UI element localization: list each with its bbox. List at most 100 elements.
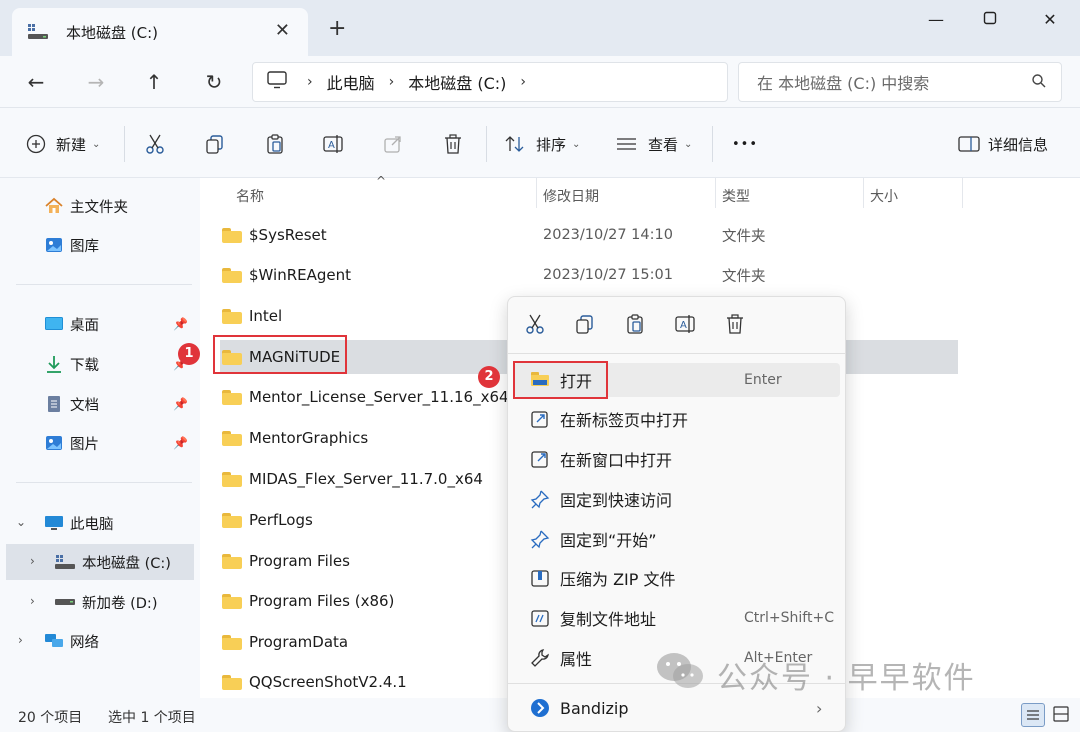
sidebar-item-documents[interactable]: 文档 📌 (0, 386, 196, 422)
drive-icon (55, 599, 75, 605)
maximize-button[interactable] (968, 6, 1012, 34)
command-bar: 新建 ⌄ A 排序 ⌄ 查看 ⌄ ••• 详细信息 (0, 108, 1080, 178)
menu-item-compress-zip[interactable]: 压缩为 ZIP 文件 (514, 561, 840, 595)
chevron-right-icon[interactable]: › (30, 594, 35, 608)
pin-icon[interactable]: 📌 (173, 436, 188, 450)
rename-button[interactable]: A (322, 130, 344, 158)
details-view-button[interactable] (1021, 703, 1045, 727)
file-name: Program Files (x86) (249, 592, 395, 610)
sidebar-item-pictures[interactable]: 图片 📌 (0, 425, 196, 461)
column-header-name[interactable]: 名称 (236, 182, 264, 210)
chevron-right-icon[interactable]: › (18, 633, 23, 647)
breadcrumb-this-pc[interactable]: 此电脑 (327, 70, 375, 94)
pin-icon[interactable]: 📌 (173, 317, 188, 331)
sidebar-item-downloads[interactable]: 下载 📌 (0, 346, 196, 382)
paste-button[interactable] (264, 130, 286, 158)
copy-button[interactable] (204, 130, 226, 158)
menu-item-label: 固定到快速访问 (560, 491, 673, 510)
sidebar-item-home[interactable]: 主文件夹 (0, 188, 196, 224)
new-button[interactable]: 新建 ⌄ (26, 130, 100, 158)
minimize-button[interactable]: — (914, 6, 958, 34)
divider (715, 178, 716, 208)
menu-item-bandizip[interactable]: Bandizip › (514, 691, 840, 725)
delete-icon (445, 134, 461, 154)
view-button[interactable]: 查看 ⌄ (616, 130, 692, 158)
pc-icon (45, 516, 63, 530)
file-modified: 2023/10/27 14:10 (543, 227, 673, 243)
sort-button[interactable]: 排序 ⌄ (504, 130, 580, 158)
divider (863, 178, 864, 208)
chevron-right-icon[interactable]: › (30, 554, 35, 568)
divider (712, 126, 713, 162)
pin-icon[interactable]: 📌 (173, 397, 188, 411)
column-header-modified[interactable]: 修改日期 (543, 182, 599, 210)
sidebar-item-local-disk-c[interactable]: › 本地磁盘 (C:) (6, 544, 194, 580)
delete-icon[interactable] (724, 313, 748, 337)
breadcrumb-local-disk[interactable]: 本地磁盘 (C:) (408, 70, 506, 94)
bandizip-icon (530, 698, 550, 718)
close-tab-button[interactable]: ✕ (275, 20, 290, 41)
folder-icon (222, 553, 242, 569)
up-button[interactable]: ↑ (140, 68, 168, 96)
sidebar-item-this-pc[interactable]: ⌄ 此电脑 (0, 505, 196, 541)
share-button[interactable] (382, 130, 404, 158)
table-row[interactable]: $SysReset 2023/10/27 14:10 文件夹 (220, 218, 958, 252)
delete-button[interactable] (442, 130, 464, 158)
sidebar-item-volume-d[interactable]: › 新加卷 (D:) (0, 584, 196, 620)
menu-item-copy-path[interactable]: 复制文件地址 Ctrl+Shift+C (514, 601, 840, 635)
divider (486, 126, 487, 162)
new-tab-button[interactable]: + (328, 16, 346, 41)
more-options-button[interactable]: ••• (732, 130, 758, 158)
wrench-icon (530, 648, 550, 668)
column-header-type[interactable]: 类型 (722, 182, 750, 210)
sidebar-item-label: 主文件夹 (70, 199, 128, 216)
menu-item-label: 固定到“开始” (560, 531, 657, 550)
new-tab-icon (530, 409, 550, 429)
sort-label: 排序 (536, 135, 567, 154)
menu-item-properties[interactable]: 属性 Alt+Enter (514, 641, 840, 675)
menu-item-open-new-window[interactable]: 在新窗口中打开 (514, 442, 840, 476)
back-button[interactable]: ← (22, 68, 50, 96)
chevron-right-icon: › (307, 74, 313, 90)
sidebar-item-gallery[interactable]: 图库 (0, 227, 196, 263)
column-header-size[interactable]: 大小 (870, 182, 898, 210)
sidebar-item-label: 图库 (70, 238, 99, 255)
svg-text:A: A (680, 320, 687, 331)
close-window-button[interactable]: ✕ (1028, 6, 1072, 34)
details-pane-button[interactable]: 详细信息 (958, 130, 1048, 158)
folder-icon (222, 308, 242, 324)
refresh-button[interactable]: ↻ (200, 68, 228, 96)
folder-icon (222, 267, 242, 283)
search-input[interactable]: 在 本地磁盘 (C:) 中搜索 (738, 62, 1062, 102)
sidebar-item-label: 桌面 (70, 317, 99, 334)
menu-item-label: 压缩为 ZIP 文件 (560, 570, 676, 589)
rename-icon[interactable]: A (674, 313, 698, 337)
file-modified: 2023/10/27 15:01 (543, 267, 673, 283)
cut-icon[interactable] (524, 313, 548, 337)
copy-icon[interactable] (574, 313, 598, 337)
forward-button[interactable]: → (82, 68, 110, 96)
menu-item-shortcut: Enter (744, 372, 782, 388)
menu-item-label: 在新标签页中打开 (560, 411, 689, 430)
sidebar-item-desktop[interactable]: 桌面 📌 (0, 306, 196, 342)
sidebar-item-label: 图片 (70, 436, 99, 453)
sidebar-item-network[interactable]: › 网络 (0, 623, 196, 659)
menu-item-open-new-tab[interactable]: 在新标签页中打开 (514, 402, 840, 436)
folder-icon (222, 389, 242, 405)
menu-item-pin-quick-access[interactable]: 固定到快速访问 (514, 482, 840, 516)
selected-count: 选中 1 个项目 (108, 710, 196, 726)
menu-item-shortcut: Alt+Enter (744, 650, 813, 666)
drive-icon (55, 555, 75, 569)
menu-item-pin-start[interactable]: 固定到“开始” (514, 522, 840, 556)
sidebar-item-label: 网络 (70, 634, 99, 651)
chevron-right-icon[interactable]: › (520, 74, 526, 90)
address-bar[interactable]: › 此电脑 › 本地磁盘 (C:) › (252, 62, 728, 102)
divider (962, 178, 963, 208)
table-row[interactable]: $WinREAgent 2023/10/27 15:01 文件夹 (220, 258, 958, 292)
cut-button[interactable] (144, 130, 166, 158)
tiles-view-button[interactable] (1050, 703, 1074, 727)
chevron-down-icon[interactable]: ⌄ (16, 515, 26, 529)
folder-icon (222, 227, 242, 243)
paste-icon[interactable] (624, 313, 648, 337)
tab-local-disk-c[interactable]: 本地磁盘 (C:) ✕ (12, 8, 308, 56)
